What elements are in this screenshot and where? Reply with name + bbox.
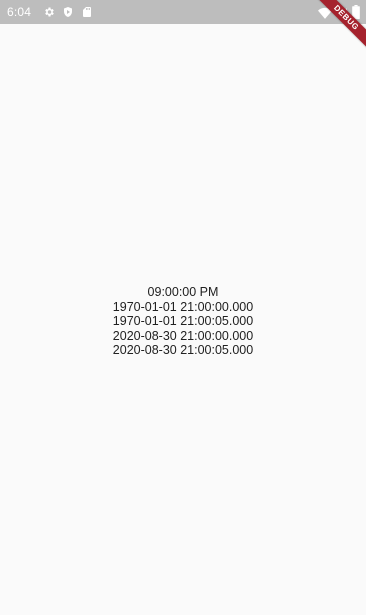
status-right-icons — [318, 5, 360, 24]
signal-icon — [336, 6, 348, 24]
app-screen: 6:04 DEBUG 09:00:00 PM 1970-01-01 21:00:… — [0, 0, 366, 615]
gear-icon — [43, 6, 55, 18]
status-time: 6:04 — [7, 5, 32, 19]
shield-play-icon — [62, 6, 74, 18]
main-content: 09:00:00 PM 1970-01-01 21:00:00.000 1970… — [0, 24, 366, 615]
datetime-text: 1970-01-01 21:00:05.000 — [112, 314, 254, 329]
sd-card-icon — [81, 6, 93, 18]
status-bar: 6:04 — [0, 0, 366, 24]
date-time-list: 09:00:00 PM 1970-01-01 21:00:00.000 1970… — [113, 285, 253, 358]
datetime-text: 1970-01-01 21:00:00.000 — [112, 299, 254, 314]
wifi-icon — [318, 6, 332, 24]
datetime-text: 2020-08-30 21:00:05.000 — [112, 343, 254, 358]
battery-icon — [352, 5, 360, 24]
time-12h-text: 09:00:00 PM — [147, 285, 219, 300]
datetime-text: 2020-08-30 21:00:00.000 — [112, 328, 254, 343]
